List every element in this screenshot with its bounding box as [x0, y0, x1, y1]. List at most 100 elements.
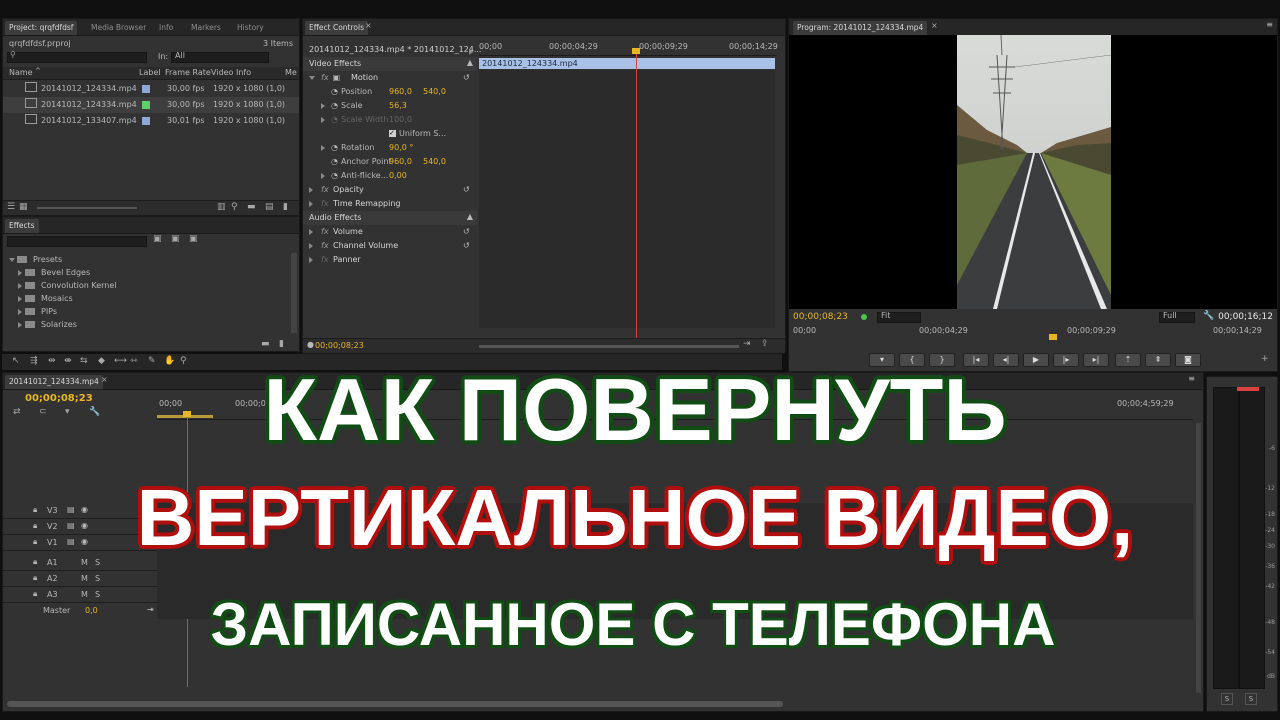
- fx-icon: fx: [321, 227, 329, 236]
- column-label[interactable]: Label: [139, 68, 161, 77]
- stopwatch-icon: ◔: [331, 115, 338, 124]
- ec-playhead-marker[interactable]: [632, 48, 640, 54]
- list-item[interactable]: 20141012_124334.mp4 30,00 fps 1920 x 108…: [3, 81, 299, 97]
- play-only-icon[interactable]: [469, 49, 473, 55]
- stopwatch-icon[interactable]: ◔: [331, 141, 338, 155]
- stopwatch-icon[interactable]: ◔: [331, 155, 338, 169]
- effect-volume[interactable]: fx Volume ↺: [303, 225, 477, 239]
- wrench-icon[interactable]: 🔧: [1203, 311, 1214, 321]
- tab-program[interactable]: Program: 20141012_124334.mp4: [793, 21, 928, 35]
- ec-playhead[interactable]: [636, 49, 637, 339]
- effect-motion[interactable]: fx ▣ Motion ↺: [303, 71, 477, 85]
- tree-folder-presets[interactable]: Presets: [3, 253, 289, 267]
- collapse-icon[interactable]: ▲: [467, 210, 473, 224]
- stopwatch-icon[interactable]: ◔: [331, 85, 338, 99]
- program-tabbar: Program: 20141012_124334.mp4 × ≡: [789, 19, 1277, 36]
- icon-view-icon[interactable]: ▦: [19, 202, 28, 212]
- automate-icon[interactable]: ▥: [217, 202, 226, 212]
- tab-media-browser[interactable]: Media Browser: [87, 21, 150, 35]
- list-item[interactable]: 20141012_133407.mp4 30,01 fps 1920 x 108…: [3, 113, 299, 129]
- tab-effect-controls[interactable]: Effect Controls: [305, 21, 368, 35]
- program-timecode[interactable]: 00;00;08;23: [793, 312, 848, 322]
- mute-button[interactable]: M: [81, 574, 88, 583]
- 32bit-effects-icon[interactable]: ▣: [171, 234, 180, 244]
- accelerated-effects-icon[interactable]: ▣: [153, 234, 162, 244]
- clip-name: 20141012_133407.mp4: [41, 116, 137, 125]
- effect-controls-panel: Effect Controls × 20141012_124334.mp4 * …: [302, 18, 786, 354]
- trash-icon[interactable]: ▮: [279, 339, 284, 349]
- reset-icon[interactable]: ↺: [463, 225, 470, 239]
- list-view-icon[interactable]: ☰: [7, 202, 15, 212]
- new-bin-icon[interactable]: ▬: [247, 202, 256, 212]
- anti-flicker-value[interactable]: 0,00: [389, 169, 407, 183]
- tree-folder[interactable]: Bevel Edges: [3, 266, 289, 280]
- expand-icon: [18, 322, 22, 328]
- panel-menu-icon[interactable]: ≡: [1266, 20, 1273, 29]
- timeline-hscroll[interactable]: [7, 701, 783, 707]
- lock-icon[interactable]: 🔒︎: [33, 573, 37, 583]
- solo-left-button[interactable]: S: [1221, 693, 1233, 705]
- scale-value[interactable]: 56,3: [389, 99, 407, 113]
- column-media[interactable]: Me: [285, 68, 297, 77]
- reset-icon[interactable]: ↺: [463, 239, 470, 253]
- tree-folder[interactable]: Mosaics: [3, 292, 289, 306]
- zoom-select[interactable]: Fit: [877, 311, 921, 323]
- position-y-value[interactable]: 540,0: [423, 85, 446, 99]
- tab-info[interactable]: Info: [155, 21, 177, 35]
- ec-zoom-slider[interactable]: [479, 345, 739, 348]
- tab-project[interactable]: Project: qrqfdfdsf: [5, 21, 78, 35]
- expand-icon: [309, 201, 313, 207]
- anchor-y-value[interactable]: 540,0: [423, 155, 446, 169]
- new-item-icon[interactable]: ▤: [265, 202, 274, 212]
- list-item[interactable]: 20141012_124334.mp4 30,00 fps 1920 x 108…: [3, 97, 299, 113]
- trash-icon[interactable]: ▮: [283, 202, 288, 212]
- reset-icon[interactable]: ↺: [463, 71, 470, 85]
- ec-timecode[interactable]: 00;00;08;23: [315, 341, 364, 350]
- project-search-input[interactable]: ⚲: [7, 50, 147, 63]
- anchor-x-value[interactable]: 960,0: [389, 155, 412, 169]
- uniform-scale-checkbox[interactable]: ✓: [389, 130, 396, 137]
- frame-rate: 30,00 fps: [167, 100, 205, 109]
- video-frame-image: [957, 35, 1111, 309]
- column-name[interactable]: Name: [9, 68, 33, 77]
- ruler-label: 00;00;09;29: [639, 42, 688, 51]
- effect-channel-volume[interactable]: fx Channel Volume ↺: [303, 239, 477, 253]
- tab-markers[interactable]: Markers: [187, 21, 225, 35]
- column-frame-rate[interactable]: Frame Rate: [165, 68, 211, 77]
- tab-effects[interactable]: Effects: [5, 219, 39, 233]
- close-icon[interactable]: ×: [931, 21, 938, 30]
- yuv-effects-icon[interactable]: ▣: [189, 234, 198, 244]
- stopwatch-icon[interactable]: ◔: [331, 169, 338, 183]
- program-playhead[interactable]: [1049, 334, 1057, 340]
- effects-search-input[interactable]: [7, 236, 147, 247]
- close-icon[interactable]: ×: [365, 21, 372, 30]
- effects-scrollbar[interactable]: [291, 253, 297, 333]
- label-swatch: [142, 85, 150, 93]
- quality-select[interactable]: Full: [1159, 311, 1195, 323]
- tree-folder[interactable]: Convolution Kernel: [3, 279, 289, 293]
- ec-time-ruler: 00;00 00;00;04;29 00;00;09;29 00;00;14;2…: [479, 41, 778, 56]
- column-video-info[interactable]: Video Info: [211, 68, 251, 77]
- export-icon[interactable]: ⇪: [761, 339, 769, 349]
- effect-time-remapping[interactable]: fx Time Remapping: [303, 197, 477, 211]
- reset-icon[interactable]: ↺: [463, 183, 470, 197]
- effect-panner[interactable]: fx Panner: [303, 253, 477, 267]
- in-select[interactable]: All: [171, 51, 269, 63]
- find-icon[interactable]: ⚲: [231, 202, 238, 212]
- tree-label: Mosaics: [41, 294, 73, 303]
- zoom-slider[interactable]: [37, 207, 137, 209]
- clip-name: 20141012_124334.mp4: [41, 100, 137, 109]
- tree-folder[interactable]: PIPs: [3, 305, 289, 319]
- tab-history[interactable]: History: [233, 21, 268, 35]
- position-x-value[interactable]: 960,0: [389, 85, 412, 99]
- folder-icon: [25, 282, 35, 289]
- new-bin-icon[interactable]: ▬: [261, 339, 270, 349]
- tree-folder[interactable]: Solarizes: [3, 318, 289, 332]
- effect-opacity[interactable]: fx Opacity ↺: [303, 183, 477, 197]
- stopwatch-icon[interactable]: ◔: [331, 99, 338, 113]
- solo-button[interactable]: S: [95, 574, 100, 583]
- solo-right-button[interactable]: S: [1245, 693, 1257, 705]
- collapse-icon[interactable]: ▲: [467, 56, 473, 70]
- rotation-value[interactable]: 90,0 °: [389, 141, 413, 155]
- arrow-icon[interactable]: ⇥: [743, 339, 751, 349]
